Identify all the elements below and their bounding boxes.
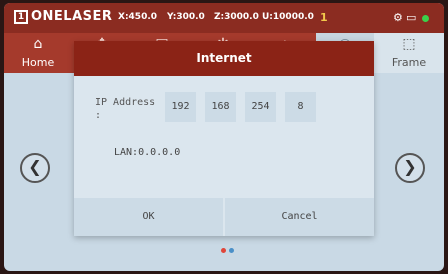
settings-gear-icon[interactable]: ⚙ bbox=[393, 11, 403, 24]
folder-icon[interactable]: ▭ bbox=[406, 11, 416, 24]
x-coordinate: X:450.0 bbox=[118, 12, 158, 22]
ip-octet-4[interactable]: 8 bbox=[285, 92, 316, 122]
chevron-left-icon: ❮ bbox=[28, 157, 42, 176]
ip-octet-1[interactable]: 192 bbox=[165, 92, 196, 122]
screen: 1 ONELASER X:450.0 Y:300.0 Z:3000.0 U:10… bbox=[4, 3, 444, 271]
page-dot bbox=[229, 248, 234, 253]
status-indicator bbox=[422, 15, 429, 22]
tab-frame-label: Frame bbox=[391, 56, 427, 69]
cancel-button[interactable]: Cancel bbox=[225, 198, 374, 236]
chevron-right-icon: ❯ bbox=[403, 157, 417, 176]
y-coordinate: Y:300.0 bbox=[167, 12, 205, 22]
internet-dialog: Internet IP Address : 192 168 254 8 LAN:… bbox=[74, 41, 374, 236]
frame-icon: ⬚ bbox=[402, 36, 416, 52]
file-number: 1 bbox=[320, 11, 328, 24]
lan-address: LAN:0.0.0.0 bbox=[114, 147, 181, 158]
tab-home[interactable]: ⌂ Home bbox=[4, 33, 72, 73]
dialog-title: Internet bbox=[74, 41, 374, 76]
z-coordinate: Z:3000.0 bbox=[214, 12, 259, 22]
previous-page-arrow[interactable]: ❮ bbox=[20, 153, 50, 183]
ip-address-label: IP Address : bbox=[95, 97, 156, 121]
tab-home-label: Home bbox=[21, 56, 55, 69]
logo: 1 ONELASER bbox=[14, 9, 112, 24]
logo-text: ONELASER bbox=[31, 9, 113, 24]
ok-button[interactable]: OK bbox=[74, 198, 223, 236]
tab-frame[interactable]: ⬚ Frame bbox=[374, 33, 444, 73]
next-page-arrow[interactable]: ❯ bbox=[395, 153, 425, 183]
header-bar: 1 ONELASER X:450.0 Y:300.0 Z:3000.0 U:10… bbox=[4, 3, 444, 33]
u-coordinate: U:10000.0 bbox=[262, 12, 314, 22]
page-dot-active bbox=[221, 248, 226, 253]
home-icon: ⌂ bbox=[33, 36, 43, 52]
ip-octet-3[interactable]: 254 bbox=[245, 92, 276, 122]
logo-mark: 1 bbox=[14, 9, 28, 24]
ip-octet-2[interactable]: 168 bbox=[205, 92, 236, 122]
